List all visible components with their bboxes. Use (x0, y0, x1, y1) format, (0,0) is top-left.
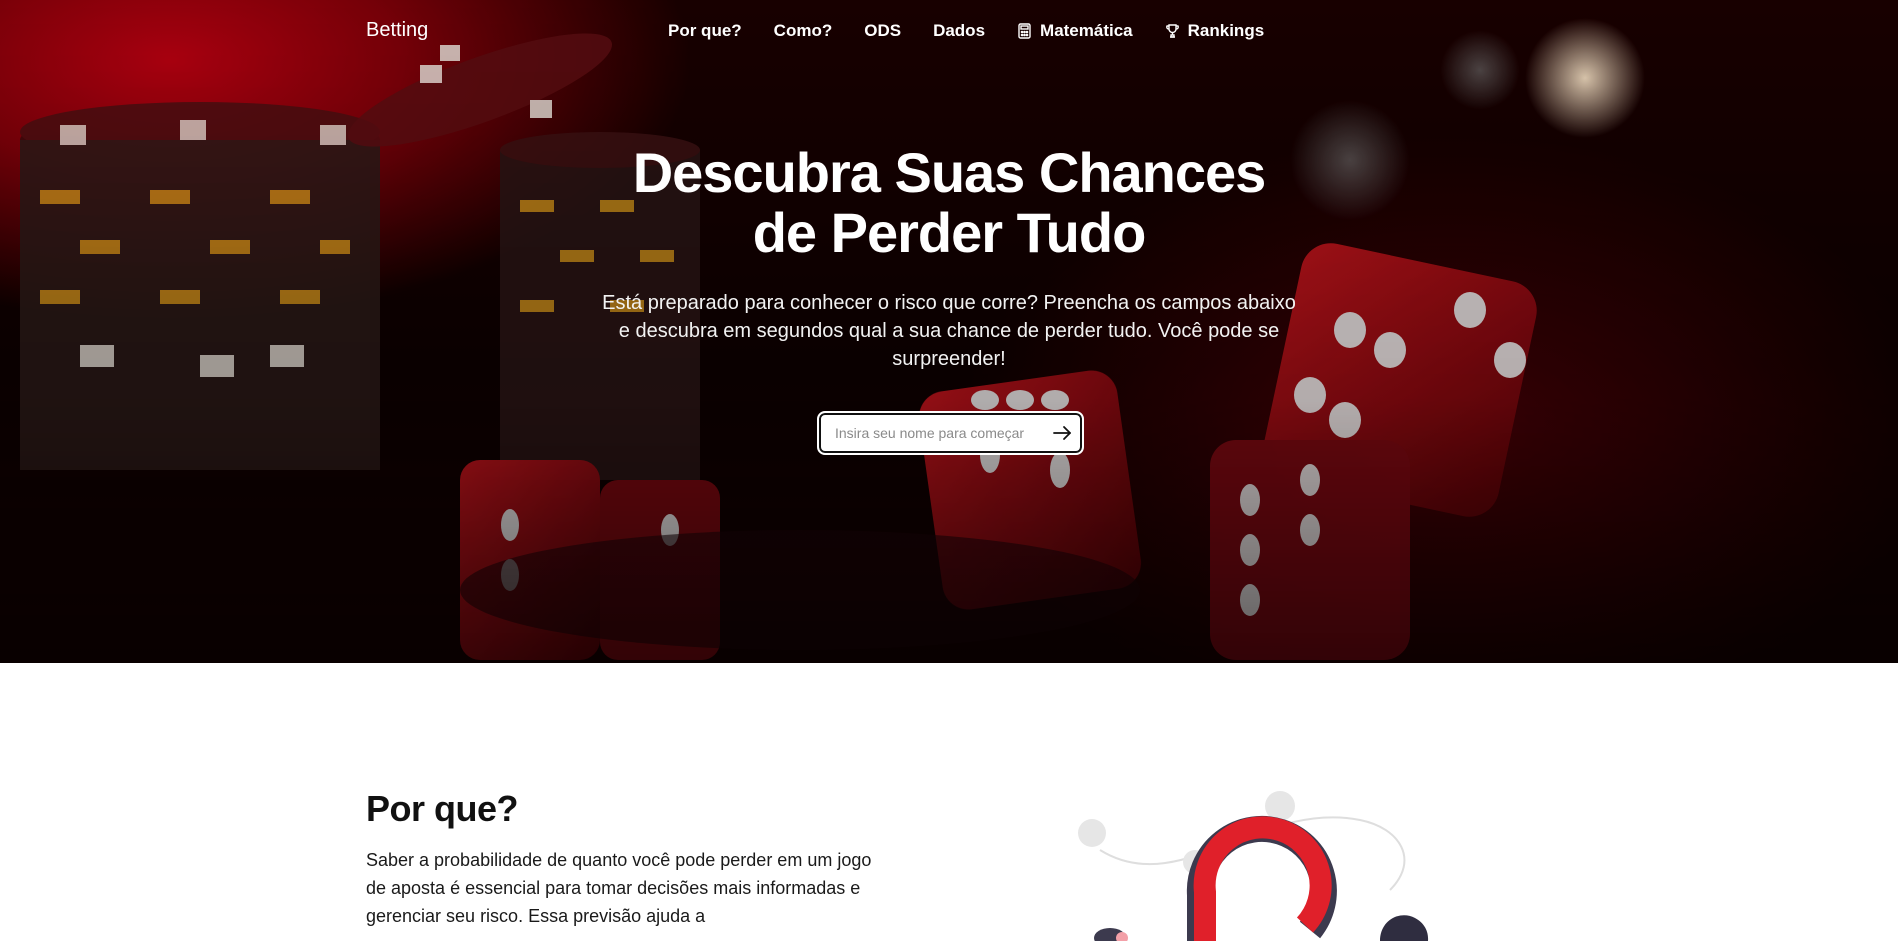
nav-link-como[interactable]: Como? (774, 21, 833, 41)
hero-subtitle: Está preparado para conhecer o risco que… (602, 292, 1296, 370)
nav-link-label: Dados (933, 21, 986, 40)
top-navbar: Betting Por que? Como? ODS Dados Matemát… (0, 0, 1898, 62)
hero-title-line-2: de Perder Tudo (752, 201, 1147, 264)
brand-logo[interactable]: Betting (366, 19, 428, 42)
nav-link-label: Como? (773, 21, 833, 40)
nav-link-label: Rankings (1187, 21, 1265, 40)
hero-section: Betting Por que? Como? ODS Dados Matemát… (0, 0, 1898, 663)
section-title-por-que: Por que? (366, 788, 519, 829)
name-form (817, 411, 1084, 455)
nav-link-label: ODS (864, 21, 902, 40)
section-text-por-que: Saber a probabilidade de quanto você pod… (366, 850, 872, 926)
submit-button[interactable] (1042, 413, 1082, 453)
nav-link-label: Por que? (668, 21, 742, 40)
nav-links: Por que? Como? ODS Dados Matemática Rank… (668, 21, 1264, 41)
nav-link-dados[interactable]: Dados (933, 21, 985, 41)
nav-link-rankings[interactable]: Rankings (1165, 21, 1265, 41)
nav-link-por-que[interactable]: Por que? (668, 21, 742, 41)
nav-link-ods[interactable]: ODS (864, 21, 901, 41)
arrow-right-icon (1053, 426, 1071, 440)
question-mark-illustration (1078, 791, 1429, 941)
trophy-icon (1165, 24, 1179, 38)
calculator-icon (1018, 23, 1031, 39)
hero-title-line-1: Descubra Suas Chances (632, 141, 1267, 204)
nav-link-label: Matemática (1040, 21, 1133, 40)
name-input[interactable] (819, 413, 1042, 453)
hero-title: Descubra Suas Chances de Perder Tudo (549, 143, 1349, 263)
nav-link-matematica[interactable]: Matemática (1017, 21, 1133, 41)
